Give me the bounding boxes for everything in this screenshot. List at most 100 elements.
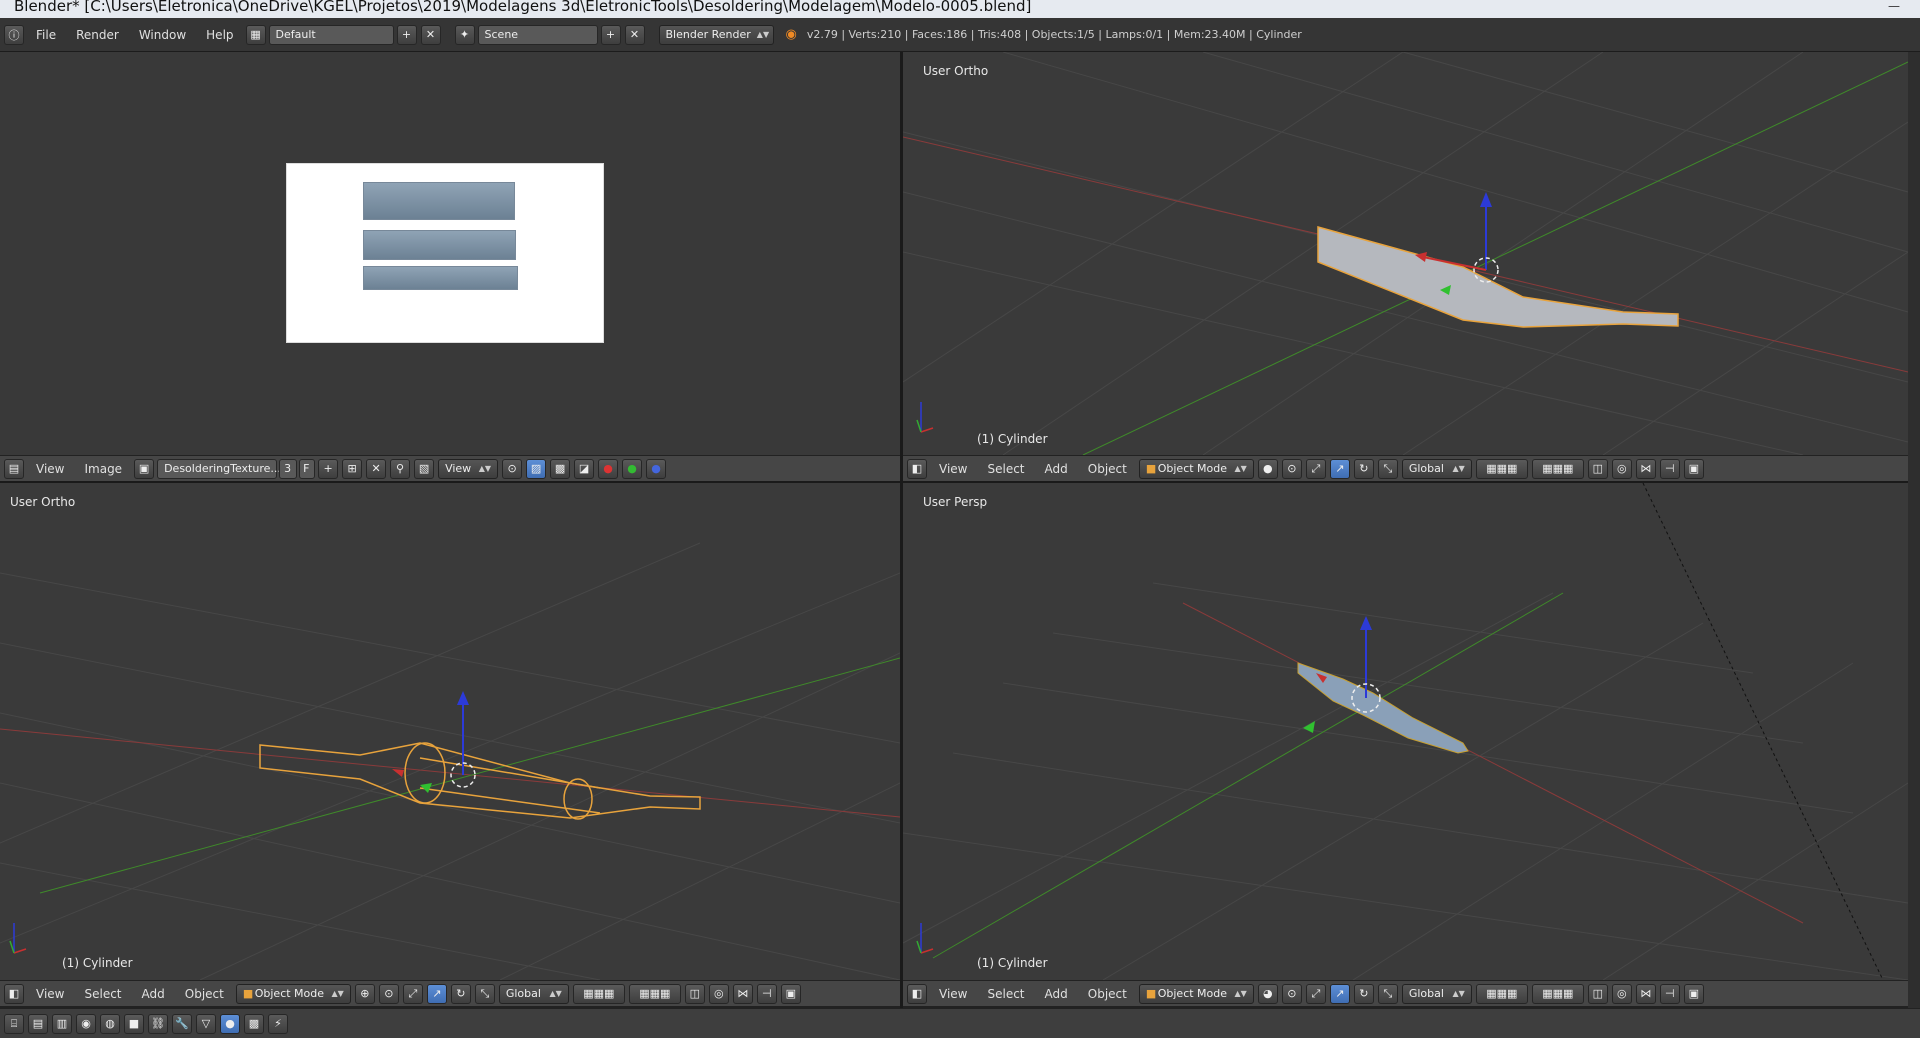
pivot-point-icon[interactable]: ⊙: [378, 983, 399, 1004]
layout-field[interactable]: Default: [268, 24, 394, 45]
manipulator-icon[interactable]: ⤢: [402, 983, 423, 1004]
info-icon[interactable]: ⓘ: [4, 24, 24, 45]
snap-target-icon[interactable]: ⊣: [1659, 983, 1680, 1004]
viewport-shading-icon[interactable]: ●: [1257, 458, 1278, 479]
rotate-icon[interactable]: ↻: [450, 983, 471, 1004]
mode-dropdown[interactable]: ■ Object Mode ▲▼: [1138, 458, 1254, 479]
add-layout-icon[interactable]: +: [396, 24, 417, 45]
menu-select[interactable]: Select: [977, 987, 1034, 1001]
layers-icon[interactable]: ▦▦▦: [1475, 983, 1528, 1004]
rotate-icon[interactable]: ↻: [1353, 983, 1374, 1004]
proportional-edit-icon[interactable]: ◎: [1611, 458, 1632, 479]
rotate-icon[interactable]: ↻: [1353, 458, 1374, 479]
menu-select[interactable]: Select: [74, 987, 131, 1001]
image-menu-image[interactable]: Image: [74, 462, 132, 476]
scene-icon[interactable]: ✦: [454, 24, 475, 45]
lock-layers-icon[interactable]: ◫: [684, 983, 705, 1004]
add-scene-icon[interactable]: +: [600, 24, 621, 45]
modifier-icon[interactable]: 🔧: [172, 1013, 192, 1034]
mode-dropdown[interactable]: ■ Object Mode ▲▼: [235, 983, 351, 1004]
material-icon[interactable]: ●: [220, 1013, 240, 1034]
menu-object[interactable]: Object: [175, 987, 234, 1001]
menu-add[interactable]: Add: [1035, 462, 1078, 476]
snap-icon[interactable]: ⋈: [732, 983, 753, 1004]
editor-type-icon[interactable]: ◧: [4, 983, 24, 1004]
draw-channels-icon[interactable]: ▨: [526, 458, 547, 479]
view-mode-dropdown[interactable]: View ▲▼: [438, 458, 499, 479]
scale-icon[interactable]: ⤡: [474, 983, 495, 1004]
editor-type-icon[interactable]: ⌸: [4, 1013, 24, 1034]
render-icon[interactable]: ▣: [1683, 458, 1704, 479]
manipulator-icon[interactable]: ⤢: [1305, 458, 1326, 479]
menu-view[interactable]: View: [929, 462, 977, 476]
cylinder-wireframe[interactable]: [259, 742, 701, 820]
translate-icon[interactable]: ↗: [1329, 983, 1350, 1004]
layers-icon[interactable]: ▦▦▦: [1475, 458, 1528, 479]
image-browse-icon[interactable]: ▣: [134, 458, 155, 479]
alpha-icon[interactable]: ▩: [550, 458, 571, 479]
area-divider-horizontal[interactable]: [0, 481, 1908, 483]
snap-icon[interactable]: ⋈: [1635, 983, 1656, 1004]
green-channel-icon[interactable]: ●: [622, 458, 643, 479]
constraint-icon[interactable]: ⛓: [148, 1013, 168, 1034]
layers-icon-2[interactable]: ▦▦▦: [628, 983, 681, 1004]
proportional-edit-icon[interactable]: ◎: [708, 983, 729, 1004]
viewport-shading-icon[interactable]: ⊕: [354, 983, 375, 1004]
remove-layout-icon[interactable]: ✕: [420, 24, 441, 45]
unlink-image-icon[interactable]: ✕: [366, 458, 387, 479]
image-editor-canvas[interactable]: [0, 52, 900, 455]
mode-dropdown[interactable]: ■ Object Mode ▲▼: [1138, 983, 1254, 1004]
open-image-icon[interactable]: ⊞: [342, 458, 363, 479]
menu-help[interactable]: Help: [196, 28, 243, 42]
menu-object[interactable]: Object: [1078, 462, 1137, 476]
menu-add[interactable]: Add: [132, 987, 175, 1001]
layers-icon[interactable]: ▦▦▦: [572, 983, 625, 1004]
screen-layout-icon[interactable]: ▦: [245, 24, 266, 45]
snap-target-icon[interactable]: ⊣: [756, 983, 777, 1004]
data-icon[interactable]: ▽: [196, 1013, 216, 1034]
viewport-top-right[interactable]: User Ortho (1) Cylinder: [903, 52, 1908, 455]
world-icon[interactable]: ◍: [100, 1013, 120, 1034]
translate-icon[interactable]: ↗: [1329, 458, 1350, 479]
lock-layers-icon[interactable]: ◫: [1587, 983, 1608, 1004]
render-icon[interactable]: ▣: [1683, 983, 1704, 1004]
translate-icon[interactable]: ↗: [426, 983, 447, 1004]
image-name-field[interactable]: DesolderingTexture....: [157, 458, 284, 479]
menu-view[interactable]: View: [26, 987, 74, 1001]
cylinder-object[interactable]: [1317, 226, 1679, 328]
proportional-edit-icon[interactable]: ◎: [1611, 983, 1632, 1004]
texture-icon[interactable]: ▩: [244, 1013, 264, 1034]
editor-type-icon[interactable]: ▤: [4, 458, 24, 479]
physics-icon[interactable]: ⚡: [268, 1013, 288, 1034]
image-menu-view[interactable]: View: [26, 462, 74, 476]
pivot-point-icon[interactable]: ⊙: [1281, 458, 1302, 479]
pivot-point-icon[interactable]: ⊙: [1281, 983, 1302, 1004]
image-users-count[interactable]: 3: [279, 458, 298, 479]
area-divider-vertical[interactable]: [900, 52, 903, 1008]
viewport-bottom-right[interactable]: User Persp (1) Cylinder: [903, 483, 1908, 980]
editor-type-icon[interactable]: ◧: [907, 983, 927, 1004]
lock-layers-icon[interactable]: ◫: [1587, 458, 1608, 479]
remove-scene-icon[interactable]: ✕: [624, 24, 645, 45]
pivot-point-icon[interactable]: ⊙: [502, 458, 523, 479]
editor-type-icon[interactable]: ◧: [907, 458, 927, 479]
snap-icon[interactable]: ⋈: [1635, 458, 1656, 479]
viewport-shading-icon[interactable]: ◕: [1257, 983, 1278, 1004]
menu-select[interactable]: Select: [977, 462, 1034, 476]
right-sidebar-edge[interactable]: [1908, 52, 1920, 1008]
scale-icon[interactable]: ⤡: [1377, 458, 1398, 479]
scene-field[interactable]: Scene: [477, 24, 598, 45]
new-image-icon[interactable]: +: [318, 458, 339, 479]
red-channel-icon[interactable]: ●: [598, 458, 619, 479]
file-browser-icon[interactable]: ▤: [28, 1013, 48, 1034]
snap-target-icon[interactable]: ⊣: [1659, 458, 1680, 479]
fake-user-toggle[interactable]: F: [299, 458, 316, 479]
orientation-dropdown[interactable]: Global ▲▼: [1401, 458, 1472, 479]
orientation-dropdown[interactable]: Global ▲▼: [1401, 983, 1472, 1004]
menu-object[interactable]: Object: [1078, 987, 1137, 1001]
orientation-dropdown[interactable]: Global ▲▼: [498, 983, 569, 1004]
render-engine-dropdown[interactable]: Blender Render ▲▼: [658, 24, 774, 45]
pin-icon[interactable]: ⚲: [390, 458, 411, 479]
minimize-icon[interactable]: —: [1876, 0, 1912, 12]
properties-icon[interactable]: ▥: [52, 1013, 72, 1034]
